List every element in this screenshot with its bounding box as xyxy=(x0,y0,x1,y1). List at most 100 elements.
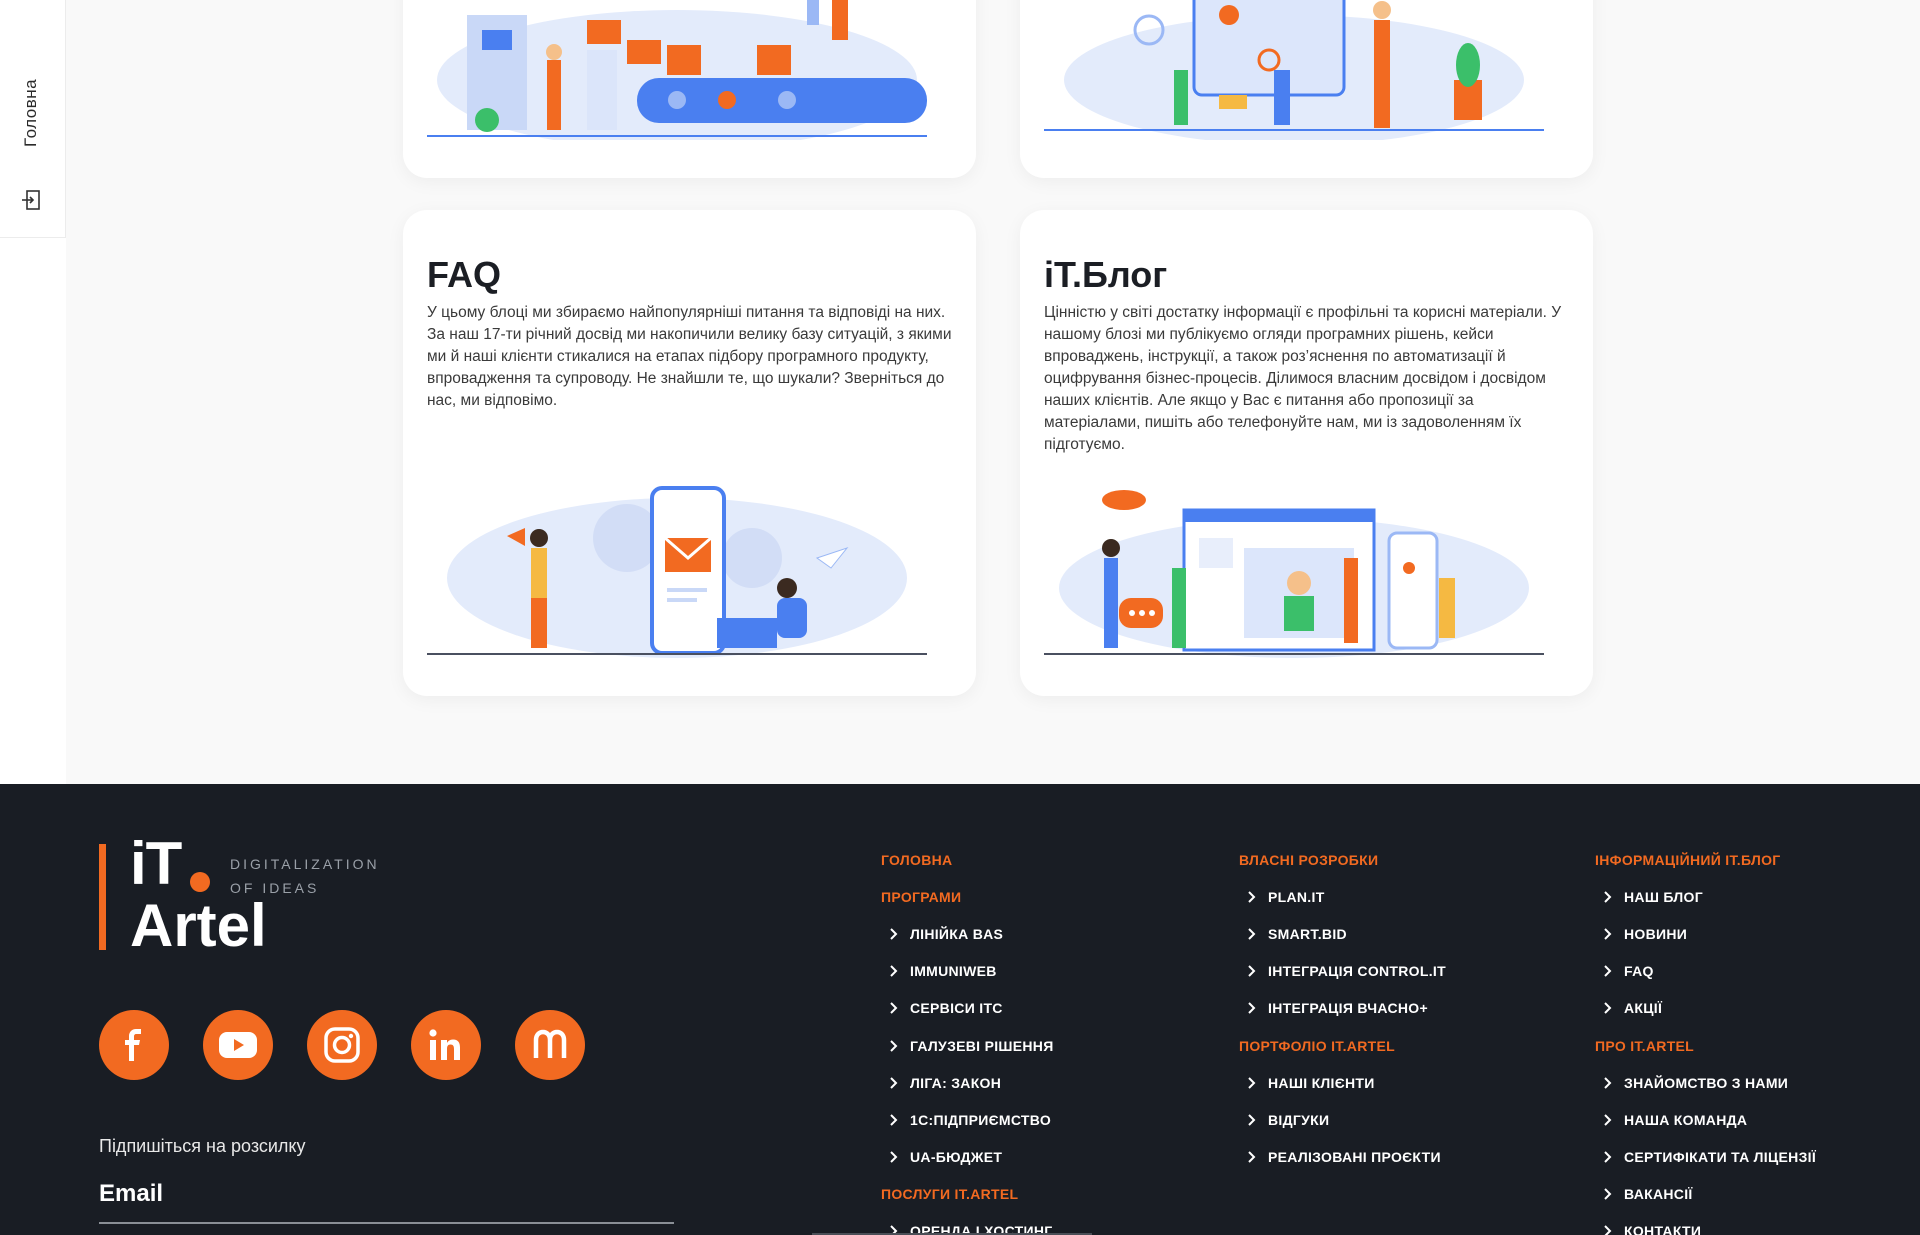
card-top-right[interactable] xyxy=(1020,0,1593,178)
footer-section-heading[interactable]: ВЛАСНІ РОЗРОБКИ xyxy=(1239,841,1446,878)
footer-section-heading[interactable]: ПРО IT.ARTEL xyxy=(1595,1027,1816,1064)
chevron-right-icon xyxy=(890,965,898,977)
faq-title: FAQ xyxy=(427,254,502,295)
chevron-right-icon xyxy=(1604,1151,1612,1163)
blog-card[interactable]: iT.Блог Цінністю у світі достатку інформ… xyxy=(1020,210,1593,696)
megogo-icon[interactable] xyxy=(515,1010,585,1080)
footer-section-heading[interactable]: ПОРТФОЛІО IT.ARTEL xyxy=(1239,1027,1446,1064)
chevron-right-icon xyxy=(890,1151,898,1163)
footer-section-label: ПОСЛУГИ IT.ARTEL xyxy=(881,1186,1019,1203)
footer-link-label: ЗНАЙОМСТВО З НАМИ xyxy=(1624,1074,1789,1091)
subscribe-label: Підпишіться на розсилку xyxy=(99,1136,306,1156)
logo-it-text: iT xyxy=(130,830,182,897)
chevron-right-icon xyxy=(890,928,898,940)
chevron-right-icon xyxy=(1248,1077,1256,1089)
footer-link-label: UA-БЮДЖЕТ xyxy=(910,1149,1003,1166)
chevron-right-icon xyxy=(1604,1114,1612,1126)
planning-illustration xyxy=(1044,0,1544,140)
footer-link[interactable]: ГАЛУЗЕВІ РІШЕННЯ xyxy=(881,1027,1054,1064)
chevron-right-icon xyxy=(1248,965,1256,977)
footer-column-programs: ГОЛОВНА ПРОГРАМИ ЛІНІЙКА BAS IMMUNIWEB СЕРВІ… xyxy=(881,841,1054,1235)
footer-link-label: PLAN.IT xyxy=(1268,888,1325,905)
footer-section-label: ПРО IT.ARTEL xyxy=(1595,1037,1695,1054)
footer-link[interactable]: ЗНАЙОМСТВО З НАМИ xyxy=(1595,1064,1816,1101)
footer-link-label: ЛІНІЙКА BAS xyxy=(910,925,1004,942)
footer-link[interactable]: ІНТЕГРАЦІЯ ВЧАСНО+ xyxy=(1239,990,1446,1027)
footer-section-heading[interactable]: ІНФОРМАЦІЙНИЙ IT.БЛОГ xyxy=(1595,841,1816,878)
footer-link-label: НОВИНИ xyxy=(1624,925,1688,942)
instagram-icon[interactable] xyxy=(307,1010,377,1080)
card-top-left[interactable] xyxy=(403,0,976,178)
side-nav: Головна xyxy=(0,0,66,238)
youtube-icon[interactable] xyxy=(203,1010,273,1080)
footer-link-label: НАШ БЛОГ xyxy=(1624,888,1703,905)
footer-link[interactable]: SMART.BID xyxy=(1239,915,1446,952)
footer-link-label: FAQ xyxy=(1624,963,1654,980)
footer-link-label: ВІДГУКИ xyxy=(1268,1111,1330,1128)
footer-link[interactable]: КОНТАКТИ xyxy=(1595,1213,1816,1235)
blog-title: iT.Блог xyxy=(1044,254,1168,295)
footer-link[interactable]: IMMUNIWEB xyxy=(881,953,1054,990)
footer-link[interactable]: СЕРТИФІКАТИ ТА ЛІЦЕНЗІЇ xyxy=(1595,1139,1816,1176)
footer-link[interactable]: ЛІНІЙКА BAS xyxy=(881,915,1054,952)
footer-link-label: ЛІГА: ЗАКОН xyxy=(910,1074,1002,1091)
footer-link[interactable]: 1С:ПІДПРИЄМСТВО xyxy=(881,1101,1054,1138)
chevron-right-icon xyxy=(1604,1002,1612,1015)
footer-column-products: ВЛАСНІ РОЗРОБКИ PLAN.IT SMART.BID ІНТЕГРАЦІ… xyxy=(1239,841,1446,1176)
logo-tagline-line2: OF IDEAS xyxy=(230,880,320,896)
login-icon[interactable] xyxy=(20,189,42,211)
facebook-icon[interactable] xyxy=(99,1010,169,1080)
faq-illustration xyxy=(427,486,927,658)
chevron-right-icon xyxy=(1604,1188,1612,1200)
chevron-right-icon xyxy=(1248,891,1256,903)
footer-section-heading[interactable]: ПРОГРАМИ xyxy=(881,878,1054,915)
chevron-right-icon xyxy=(1604,1077,1612,1089)
chevron-right-icon xyxy=(890,1039,898,1052)
footer-link-label: ІНТЕГРАЦІЯ CONTROL.IT xyxy=(1268,963,1446,980)
footer-link[interactable]: ВАКАНСІЇ xyxy=(1595,1176,1816,1213)
chevron-right-icon xyxy=(1248,928,1256,940)
footer-link-label: ВАКАНСІЇ xyxy=(1624,1186,1693,1203)
email-field[interactable]: Email xyxy=(99,1180,163,1208)
footer-link-label: СЕРВІСИ ІТС xyxy=(910,1000,1003,1017)
footer-link-label: АКЦІЇ xyxy=(1624,1000,1663,1017)
social-links xyxy=(99,1010,585,1080)
logo-dot xyxy=(190,872,210,892)
footer-section-heading[interactable]: ГОЛОВНА xyxy=(881,841,1054,878)
footer-link[interactable]: СЕРВІСИ ІТС xyxy=(881,990,1054,1027)
footer-link[interactable]: ЛІГА: ЗАКОН xyxy=(881,1064,1054,1101)
blog-illustration xyxy=(1044,490,1544,658)
footer-link[interactable]: ІНТЕГРАЦІЯ CONTROL.IT xyxy=(1239,953,1446,990)
footer-link-label: ІНТЕГРАЦІЯ ВЧАСНО+ xyxy=(1268,1000,1428,1017)
footer-link-label: РЕАЛІЗОВАНІ ПРОЄКТИ xyxy=(1268,1149,1441,1166)
footer-link[interactable]: UA-БЮДЖЕТ xyxy=(881,1139,1054,1176)
footer-column-blog: ІНФОРМАЦІЙНИЙ IT.БЛОГ НАШ БЛОГ НОВИНИ FAQ АК… xyxy=(1595,841,1816,1235)
chevron-right-icon xyxy=(890,1002,898,1015)
footer-link-label: ГАЛУЗЕВІ РІШЕННЯ xyxy=(910,1037,1054,1054)
footer-link[interactable]: ВІДГУКИ xyxy=(1239,1101,1446,1138)
chevron-right-icon xyxy=(1248,1002,1256,1015)
footer-link[interactable]: АКЦІЇ xyxy=(1595,990,1816,1027)
linkedin-icon[interactable] xyxy=(411,1010,481,1080)
footer-section-label: ГОЛОВНА xyxy=(881,851,953,868)
footer-link[interactable]: PLAN.IT xyxy=(1239,878,1446,915)
faq-card[interactable]: FAQ У цьому блоці ми збираємо найпопуляр… xyxy=(403,210,976,696)
footer-link[interactable]: НОВИНИ xyxy=(1595,915,1816,952)
chevron-right-icon xyxy=(1604,891,1612,903)
footer-section-heading[interactable]: ПОСЛУГИ IT.ARTEL xyxy=(881,1176,1054,1213)
footer-section-label: ПОРТФОЛІО IT.ARTEL xyxy=(1239,1037,1395,1054)
footer-link[interactable]: НАШІ КЛІЄНТИ xyxy=(1239,1064,1446,1101)
chevron-right-icon xyxy=(1604,965,1612,977)
footer-link[interactable]: ОРЕНДА І ХОСТИНГ xyxy=(881,1213,1054,1235)
footer-link[interactable]: FAQ xyxy=(1595,953,1816,990)
faq-text: У цьому блоці ми збираємо найпопулярніші… xyxy=(427,304,952,409)
logo-artel-text: Artel xyxy=(130,892,267,959)
footer-link-label: НАША КОМАНДА xyxy=(1624,1111,1748,1128)
footer-link[interactable]: НАШ БЛОГ xyxy=(1595,878,1816,915)
chevron-right-icon xyxy=(1604,928,1612,940)
logo-bar xyxy=(99,844,106,950)
footer-link[interactable]: НАША КОМАНДА xyxy=(1595,1101,1816,1138)
footer-link-label: 1С:ПІДПРИЄМСТВО xyxy=(910,1111,1052,1128)
side-nav-home[interactable]: Головна xyxy=(19,72,43,154)
footer-link[interactable]: РЕАЛІЗОВАНІ ПРОЄКТИ xyxy=(1239,1139,1446,1176)
